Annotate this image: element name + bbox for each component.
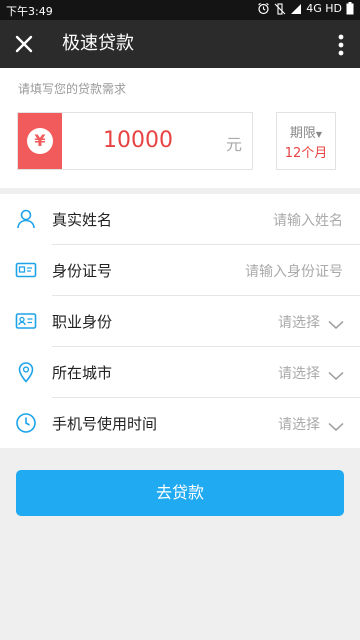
city-select[interactable]: 请选择 (278, 363, 320, 383)
field-real-name[interactable]: 真实姓名 请输入姓名 (0, 194, 360, 245)
amount-value[interactable]: 10000 (78, 127, 198, 155)
location-pin-icon (15, 361, 37, 383)
close-icon[interactable] (12, 32, 36, 56)
mute-icon (274, 2, 286, 15)
id-number-input[interactable]: 请输入身份证号 (245, 261, 343, 281)
field-label: 所在城市 (52, 364, 113, 382)
name-input[interactable]: 请输入姓名 (273, 210, 343, 230)
currency-badge: ¥ (18, 113, 62, 169)
network-label: 4G HD (306, 2, 342, 15)
field-occupation[interactable]: 职业身份 请选择 (0, 296, 360, 347)
term-selector[interactable]: 期限▼ 12个月 (276, 112, 336, 170)
chevron-down-icon[interactable] (328, 366, 344, 381)
title-bar: 极速贷款 (0, 20, 360, 68)
field-phone-duration[interactable]: 手机号使用时间 请选择 (0, 398, 360, 449)
field-label: 身份证号 (52, 262, 113, 280)
loan-request-section: 请填写您的贷款需求 ¥ 10000 元 期限▼ 12个月 (0, 68, 360, 188)
field-label: 真实姓名 (52, 211, 113, 229)
term-label: 期限 (289, 126, 316, 141)
clock-icon (15, 412, 37, 434)
status-icons: 4G HD (257, 2, 354, 15)
field-id-number[interactable]: 身份证号 请输入身份证号 (0, 245, 360, 296)
yen-icon: ¥ (27, 128, 53, 154)
badge-icon (15, 310, 37, 332)
person-icon (15, 208, 37, 230)
caret-down-icon: ▼ (315, 130, 323, 139)
loan-hint: 请填写您的贷款需求 (18, 82, 127, 96)
battery-icon (346, 2, 354, 15)
occupation-select[interactable]: 请选择 (278, 312, 320, 332)
page-title: 极速贷款 (62, 33, 134, 54)
more-vert-icon[interactable] (338, 34, 344, 56)
apply-loan-button[interactable]: 去贷款 (16, 470, 344, 516)
field-label: 职业身份 (52, 313, 113, 331)
amount-unit: 元 (225, 135, 242, 154)
term-value: 12个月 (284, 146, 328, 161)
id-card-icon (15, 259, 37, 281)
chevron-down-icon[interactable] (328, 417, 344, 432)
field-city[interactable]: 所在城市 请选择 (0, 347, 360, 398)
phone-duration-select[interactable]: 请选择 (278, 414, 320, 434)
alarm-icon (257, 2, 270, 15)
signal-icon (290, 3, 302, 15)
field-label: 手机号使用时间 (52, 415, 158, 433)
status-time: 下午3:49 (6, 5, 53, 18)
personal-info-list: 真实姓名 请输入姓名 身份证号 请输入身份证号 职业身份 请选择 所在城市 请选… (0, 194, 360, 448)
status-bar: 下午3:49 4G HD (0, 0, 360, 20)
chevron-down-icon[interactable] (328, 315, 344, 330)
amount-input[interactable]: ¥ 10000 元 (17, 112, 253, 170)
